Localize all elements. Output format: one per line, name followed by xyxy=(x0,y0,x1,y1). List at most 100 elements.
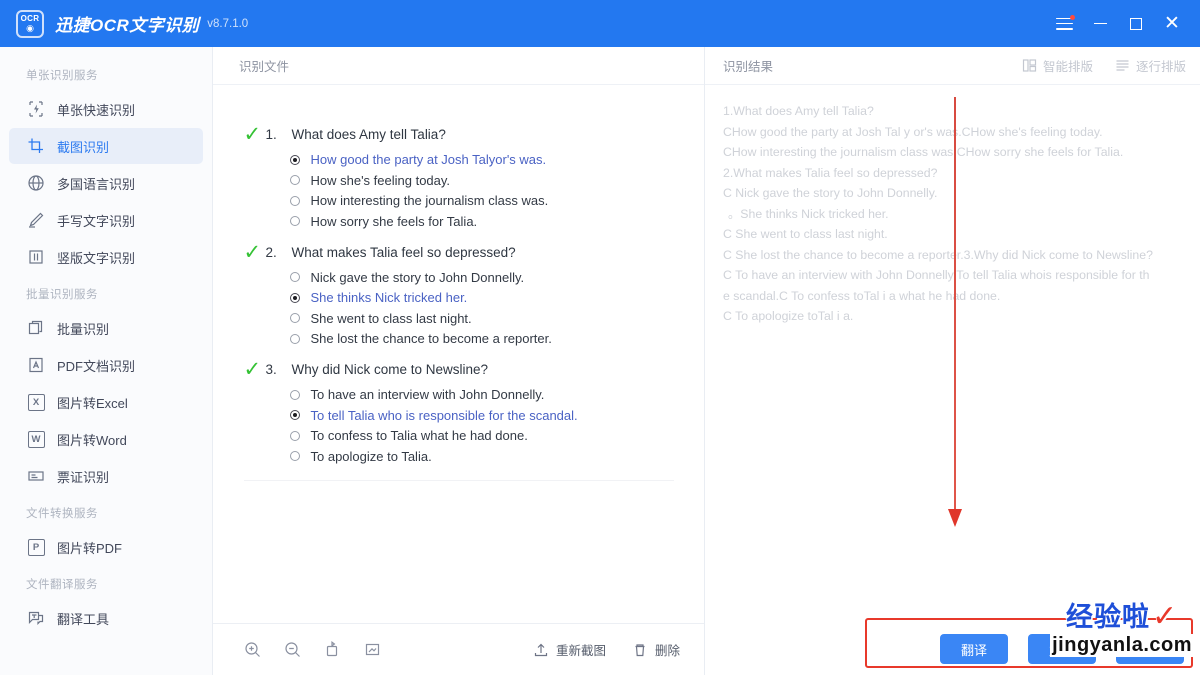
document-preview-area[interactable]: ✓ 1. What does Amy tell Talia? How good … xyxy=(213,85,704,623)
question-number: 3. xyxy=(265,362,277,377)
hamburger-menu-icon[interactable] xyxy=(1046,6,1082,42)
option-label: How sorry she feels for Talia. xyxy=(310,213,478,229)
recognize-result-panel: 识别结果 智能排版 逐行排版 1.What does Amy tell Tali… xyxy=(705,47,1200,675)
panel-title: 识别文件 xyxy=(239,60,290,74)
quick-recognize-icon xyxy=(26,99,46,119)
document-divider xyxy=(243,479,674,481)
sidebar-item-label: 单张快速识别 xyxy=(57,102,136,118)
sidebar-item-batch-recognize[interactable]: 批量识别 xyxy=(9,310,203,346)
recapture-button[interactable]: 重新截图 xyxy=(533,640,606,659)
recognize-file-panel: 识别文件 ✓ 1. What does Amy tell Talia? How … xyxy=(213,47,705,675)
radio-icon[interactable] xyxy=(289,410,300,420)
maximize-icon[interactable] xyxy=(1118,6,1154,42)
copy-button[interactable]: 复制 xyxy=(1028,634,1096,664)
option-list: Nick gave the story to John Donnelly. Sh… xyxy=(289,269,674,346)
pdf-convert-icon: P xyxy=(26,537,46,557)
sidebar-item-image-to-word[interactable]: W 图片转Word xyxy=(9,421,203,457)
sidebar-item-screenshot-recognize[interactable]: 截图识别 xyxy=(9,128,203,164)
sidebar-group-label: 批量识别服务 xyxy=(26,289,98,301)
sidebar-item-quick-recognize[interactable]: 单张快速识别 xyxy=(9,91,203,127)
rotate-icon[interactable] xyxy=(317,635,347,665)
option-list: How good the party at Josh Talyor's was.… xyxy=(289,152,674,229)
check-mark-icon: ✓ xyxy=(243,240,262,264)
app-title: 迅捷OCR文字识别 xyxy=(55,16,200,35)
option-label: She lost the chance to become a reporter… xyxy=(310,331,552,346)
question-text: Why did Nick come to Newsline? xyxy=(291,362,489,377)
save-button[interactable] xyxy=(1116,634,1184,664)
option-item[interactable]: To confess to Talia what he had done. xyxy=(289,428,674,443)
sidebar-item-label: 截图识别 xyxy=(57,139,110,155)
sidebar-item-pdf-recognize[interactable]: PDF文档识别 xyxy=(9,347,203,383)
pen-icon xyxy=(26,210,46,230)
radio-icon[interactable] xyxy=(289,154,300,165)
word-file-icon: W xyxy=(26,429,46,449)
sidebar-item-image-to-excel[interactable]: X 图片转Excel xyxy=(9,384,203,420)
option-item[interactable]: Nick gave the story to John Donnelly. xyxy=(289,269,674,285)
option-item[interactable]: How sorry she feels for Talia. xyxy=(289,213,674,229)
radio-icon[interactable] xyxy=(289,451,300,461)
zoom-out-icon[interactable] xyxy=(277,635,307,665)
ocr-result-text[interactable]: 1.What does Amy tell Talia? CHow good th… xyxy=(705,85,1200,623)
result-line: C She went to class last night. xyxy=(723,227,888,241)
close-icon[interactable]: ✕ xyxy=(1154,6,1190,42)
globe-icon xyxy=(26,173,46,193)
radio-icon[interactable] xyxy=(289,292,300,303)
sidebar-item-handwriting-recognize[interactable]: 手写文字识别 xyxy=(9,202,203,238)
option-item[interactable]: She lost the chance to become a reporter… xyxy=(289,331,674,346)
fit-to-screen-icon[interactable] xyxy=(357,635,387,665)
question-number: 1. xyxy=(265,127,277,142)
sidebar-group-label: 文件翻译服务 xyxy=(26,579,98,591)
document-page: ✓ 1. What does Amy tell Talia? How good … xyxy=(243,124,674,464)
sidebar-item-multilanguage-recognize[interactable]: 多国语言识别 xyxy=(9,165,203,201)
question-text: What does Amy tell Talia? xyxy=(291,127,446,142)
option-item[interactable]: To apologize to Talia. xyxy=(289,449,674,464)
line-by-line-layout-icon xyxy=(1115,58,1130,73)
question-block: ✓ 1. What does Amy tell Talia? How good … xyxy=(244,124,674,229)
pdf-file-icon xyxy=(26,355,46,375)
radio-icon[interactable] xyxy=(289,272,300,282)
delete-label: 删除 xyxy=(654,644,680,658)
option-item[interactable]: She went to class last night. xyxy=(289,310,674,326)
option-item[interactable]: To have an interview with John Donnelly. xyxy=(289,387,674,402)
radio-icon[interactable] xyxy=(289,175,300,185)
minimize-icon[interactable] xyxy=(1082,6,1118,42)
option-item[interactable]: How interesting the journalism class was… xyxy=(289,193,674,208)
sidebar-item-label: 手写文字识别 xyxy=(57,213,136,229)
batch-pages-icon xyxy=(26,318,46,338)
option-item[interactable]: To tell Talia who is responsible for the… xyxy=(289,408,674,423)
question-block: ✓ 2. What makes Talia feel so depressed?… xyxy=(243,240,674,347)
option-label: She went to class last night. xyxy=(310,310,472,326)
zoom-in-icon[interactable] xyxy=(237,635,267,665)
radio-icon[interactable] xyxy=(289,195,300,206)
smart-layout-icon xyxy=(1022,58,1037,73)
sidebar-item-translate-tool[interactable]: 翻译工具 xyxy=(9,600,203,636)
delete-button[interactable]: 删除 xyxy=(632,640,680,659)
translate-button[interactable]: 翻译 xyxy=(940,634,1008,664)
sidebar-item-vertical-text-recognize[interactable]: 竖版文字识别 xyxy=(9,239,203,275)
smart-layout-button[interactable]: 智能排版 xyxy=(1022,56,1093,75)
option-item[interactable]: How she's feeling today. xyxy=(289,173,674,188)
option-list: To have an interview with John Donnelly.… xyxy=(289,387,674,464)
sidebar-item-label: 图片转Word xyxy=(57,432,127,448)
radio-icon[interactable] xyxy=(289,313,300,323)
option-label: Nick gave the story to John Donnelly. xyxy=(310,269,525,285)
sidebar-item-image-to-pdf[interactable]: P 图片转PDF xyxy=(9,529,203,565)
translate-icon xyxy=(26,608,46,628)
recapture-label: 重新截图 xyxy=(555,644,606,658)
radio-icon[interactable] xyxy=(289,216,300,226)
title-bar: OCR ◉ 迅捷OCR文字识别 v8.7.1.0 ✕ xyxy=(0,0,1200,47)
sidebar-item-invoice-recognize[interactable]: 票证识别 xyxy=(9,458,203,494)
option-item[interactable]: How good the party at Josh Talyor's was. xyxy=(289,152,674,167)
option-item[interactable]: She thinks Nick tricked her. xyxy=(289,290,674,305)
radio-icon[interactable] xyxy=(289,333,300,344)
sidebar-group-label: 单张识别服务 xyxy=(26,70,98,82)
screenshot-crop-icon xyxy=(26,136,46,156)
sidebar-item-label: 票证识别 xyxy=(57,469,110,485)
radio-icon[interactable] xyxy=(289,430,300,441)
upload-icon xyxy=(533,642,549,658)
result-line: 1.What does Amy tell Talia? xyxy=(723,104,874,118)
notification-dot xyxy=(1070,14,1075,20)
line-layout-button[interactable]: 逐行排版 xyxy=(1115,56,1186,75)
radio-icon[interactable] xyxy=(289,389,300,400)
app-version: v8.7.1.0 xyxy=(207,17,249,30)
